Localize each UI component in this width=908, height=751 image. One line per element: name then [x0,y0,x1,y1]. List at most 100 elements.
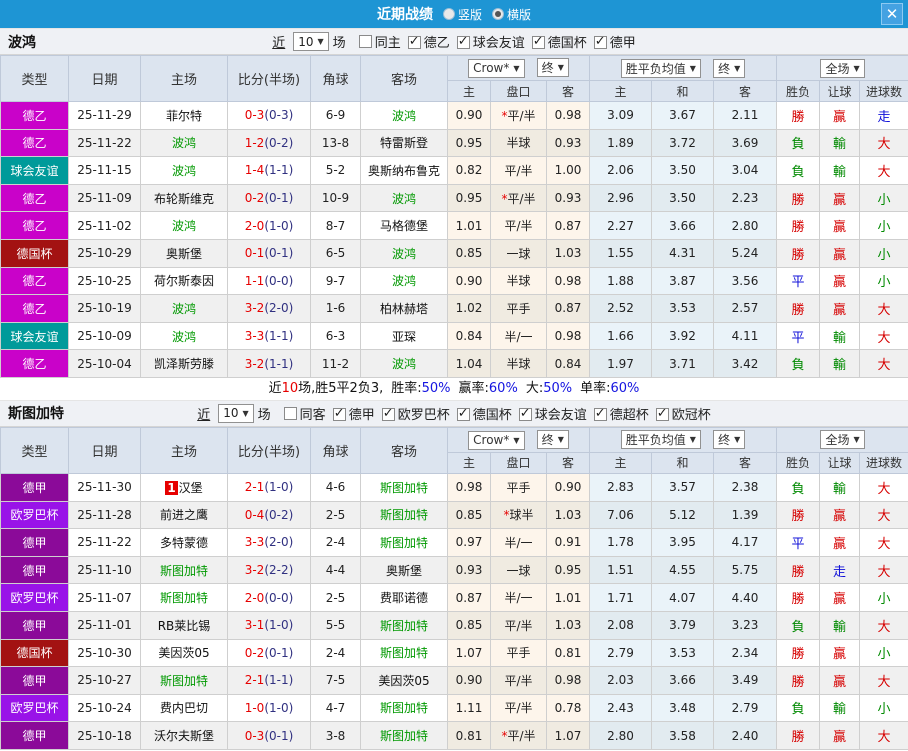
away-team[interactable]: 费耶诺德 [380,591,428,605]
avg-draw-odds: 4.31 [651,238,714,268]
section-team-name: 斯图加特 [8,406,64,423]
away-team[interactable]: 波鸿 [392,247,416,261]
odds-source-header: Crow* ▼ 终 ▼ [447,426,590,453]
home-team[interactable]: 波鸿 [172,219,196,233]
fulltime-select[interactable]: 全场 ▼ [820,430,865,450]
league-label: 球会友谊 [472,36,525,51]
home-team-cell: 费内巴切 [140,693,228,723]
fulltime-select[interactable]: 全场 ▼ [820,58,865,78]
home-team[interactable]: 波鸿 [172,302,196,316]
away-team[interactable]: 斯图加特 [380,701,428,715]
away-team[interactable]: 奥斯纳布鲁克 [368,164,440,178]
league-checkbox[interactable] [655,406,669,421]
home-team[interactable]: 奥斯堡 [166,247,202,261]
away-team[interactable]: 亚琛 [392,330,416,344]
odds-source-select[interactable]: Crow* ▼ [468,430,525,450]
avg-time-select[interactable]: 终 ▼ [713,58,746,78]
fulltime-header: 全场 ▼ [776,426,908,453]
halftime-score: (1-1) [264,329,294,344]
home-team[interactable]: 荷尔斯泰因 [154,274,214,288]
home-team[interactable]: 波鸿 [172,164,196,178]
same-venue-checkbox[interactable] [358,35,372,48]
handicap-outcome: 贏 [819,638,861,668]
home-team[interactable]: RB莱比锡 [158,619,211,633]
summary-stat-value: 60% [488,380,518,396]
away-team[interactable]: 柏林赫塔 [380,302,428,316]
avg-draw-odds: 3.66 [651,211,714,240]
away-team[interactable]: 斯图加特 [380,481,428,495]
goals-outcome: 大 [859,528,908,557]
league-checkbox[interactable] [456,34,470,49]
odds-time-select[interactable]: 终 ▼ [536,58,569,78]
home-odds: 0.82 [447,156,491,185]
league-checkbox[interactable] [407,34,421,49]
home-team[interactable]: 波鸿 [172,330,196,344]
score-cell: 3-2(2-0) [227,294,311,323]
away-team[interactable]: 奥斯堡 [386,564,422,578]
chevron-down-icon: ▼ [513,63,520,73]
home-team[interactable]: 多特蒙德 [160,536,208,550]
home-team-cell: 1 汉堡 [140,472,228,502]
away-team[interactable]: 斯图加特 [380,508,428,522]
home-team[interactable]: 美因茨05 [158,646,209,660]
away-team[interactable]: 斯图加特 [380,619,428,633]
odds-source-select[interactable]: Crow* ▼ [468,58,525,78]
home-team[interactable]: 斯图加特 [160,674,208,688]
league-checkbox[interactable] [456,406,470,421]
avg-time-select[interactable]: 终 ▼ [713,430,746,450]
away-team[interactable]: 美因茨05 [378,674,429,688]
home-team[interactable]: 前进之鹰 [160,508,208,522]
avg-away-odds: 2.38 [712,472,778,502]
goals-outcome: 大 [859,156,908,185]
score-cell: 0-2(0-1) [227,183,311,213]
league-checkbox[interactable] [593,34,607,49]
horizontal-layout-radio[interactable] [492,8,504,20]
away-team[interactable]: 波鸿 [392,109,416,123]
league-checkbox[interactable] [381,406,395,421]
avg-home-odds: 2.79 [589,638,652,668]
section-team-name: 波鸿 [8,34,36,51]
home-team[interactable]: 波鸿 [172,136,196,150]
away-team[interactable]: 斯图加特 [380,729,428,743]
league-checkbox[interactable] [518,406,532,421]
home-team[interactable]: 菲尔特 [166,109,202,123]
match-count-select[interactable]: 10 ▼ [218,403,254,423]
vertical-layout-radio[interactable] [442,8,455,20]
home-team[interactable]: 费内巴切 [160,701,208,715]
match-row: 德乙 25-10-25 荷尔斯泰因 1-1(0-0) 9-7 波鸿 0.90 半球 0.98 1.… [0,266,908,296]
away-team-cell: 特雷斯登 [360,128,448,158]
league-checkbox[interactable] [332,406,346,421]
home-team[interactable]: 汉堡 [179,481,203,495]
fulltime-score: 3-3 [244,535,265,550]
close-icon[interactable]: ✕ [881,3,903,25]
match-count-select[interactable]: 10 ▼ [293,32,329,51]
games-label: 场 [332,36,346,51]
home-team[interactable]: 斯图加特 [160,564,208,578]
league-checkbox[interactable] [593,406,607,421]
home-team[interactable]: 沃尔夫斯堡 [154,729,214,743]
col-header-score: 比分(半场) [227,55,311,102]
home-team[interactable]: 斯图加特 [160,591,208,605]
away-team[interactable]: 波鸿 [392,274,416,288]
away-team[interactable]: 波鸿 [392,357,416,371]
away-odds: 0.78 [546,693,590,723]
away-team-cell: 波鸿 [360,266,448,296]
away-team[interactable]: 斯图加特 [380,536,428,550]
league-checkbox[interactable] [531,34,545,49]
away-team[interactable]: 马格德堡 [380,219,428,233]
home-team[interactable]: 凯泽斯劳滕 [154,357,214,371]
away-team[interactable]: 特雷斯登 [380,136,428,150]
same-venue-checkbox[interactable] [283,406,297,420]
avg-select[interactable]: 胜平负均值 ▼ [620,58,701,78]
avg-select[interactable]: 胜平负均值 ▼ [620,430,701,450]
handicap: 平/半 [490,666,547,695]
odds-time-select[interactable]: 终 ▼ [536,430,569,450]
match-row: 德乙 25-11-29 菲尔特 0-3(0-3) 6-9 波鸿 0.90 *平/半 0.98 3.… [0,101,908,130]
chevron-down-icon: ▼ [853,435,860,445]
away-team[interactable]: 斯图加特 [380,646,428,660]
home-team-cell: 菲尔特 [140,101,228,130]
result-outcome: 負 [776,472,821,502]
home-team[interactable]: 布轮斯维克 [154,192,214,206]
avg-away-odds: 2.23 [712,183,778,213]
away-team[interactable]: 波鸿 [392,192,416,206]
